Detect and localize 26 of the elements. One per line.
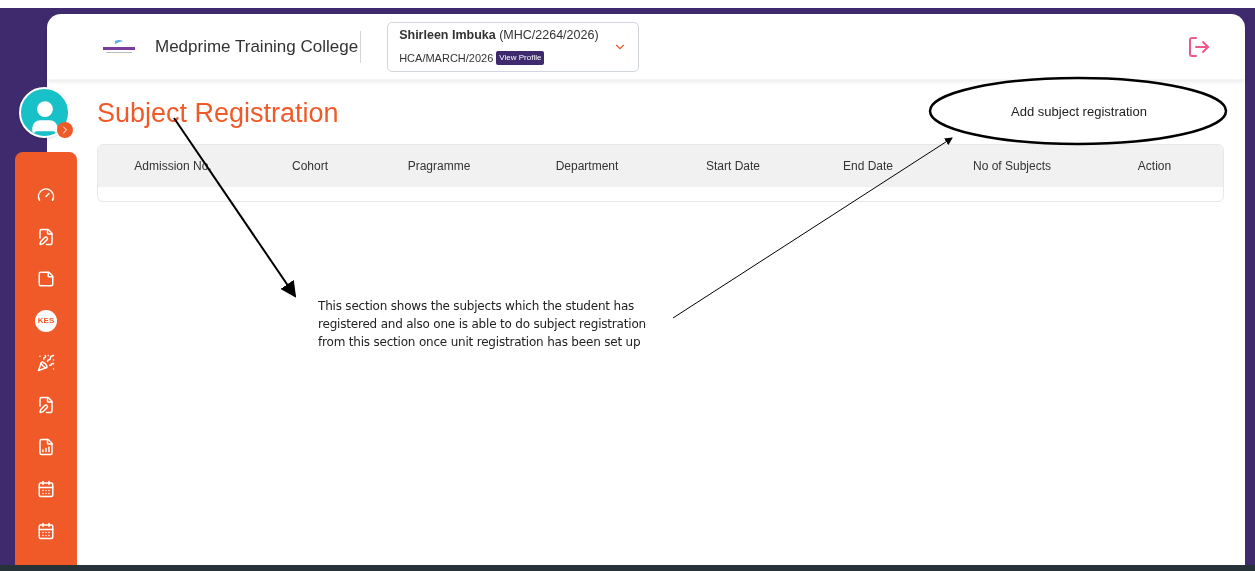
college-name: Medprime Training College <box>155 30 362 63</box>
edit-document-icon[interactable] <box>37 228 55 246</box>
column-header: Pragramme <box>406 158 472 175</box>
student-name: Shirleen Imbuka <box>399 28 496 43</box>
gauge-icon[interactable] <box>37 186 55 204</box>
logout-icon[interactable] <box>1187 34 1211 59</box>
column-header: End Date <box>841 158 894 175</box>
page-title: Subject Registration <box>97 96 339 130</box>
student-selector[interactable]: Shirleen Imbuka (MHC/2264/2026) HCA/MARCH/2026 View Profile <box>387 21 640 72</box>
cohort-label: HCA/MARCH/2026 <box>399 51 494 67</box>
column-header: No of Subjects <box>971 158 1052 175</box>
student-id: (MHC/2264/2026) <box>499 28 599 43</box>
logo-icon <box>102 38 136 55</box>
column-header: Start Date <box>705 158 761 175</box>
calendar-icon[interactable] <box>37 480 55 498</box>
party-popper-icon[interactable] <box>37 354 55 372</box>
calendar-icon[interactable] <box>37 522 55 540</box>
report-icon[interactable] <box>37 438 55 456</box>
annotation-note: This section shows the subjects which the student has registered and also one is able to do subject registration from this section once unit registration has been set up <box>318 298 647 351</box>
column-header: Cohort <box>291 158 329 175</box>
view-profile-button[interactable]: View Profile <box>496 51 545 66</box>
column-header: Action <box>1136 158 1173 175</box>
callout-text: Add subject registration <box>1010 103 1148 121</box>
edit-document-icon[interactable] <box>37 396 55 414</box>
note-icon[interactable] <box>37 270 55 288</box>
column-header: Department <box>554 158 620 175</box>
